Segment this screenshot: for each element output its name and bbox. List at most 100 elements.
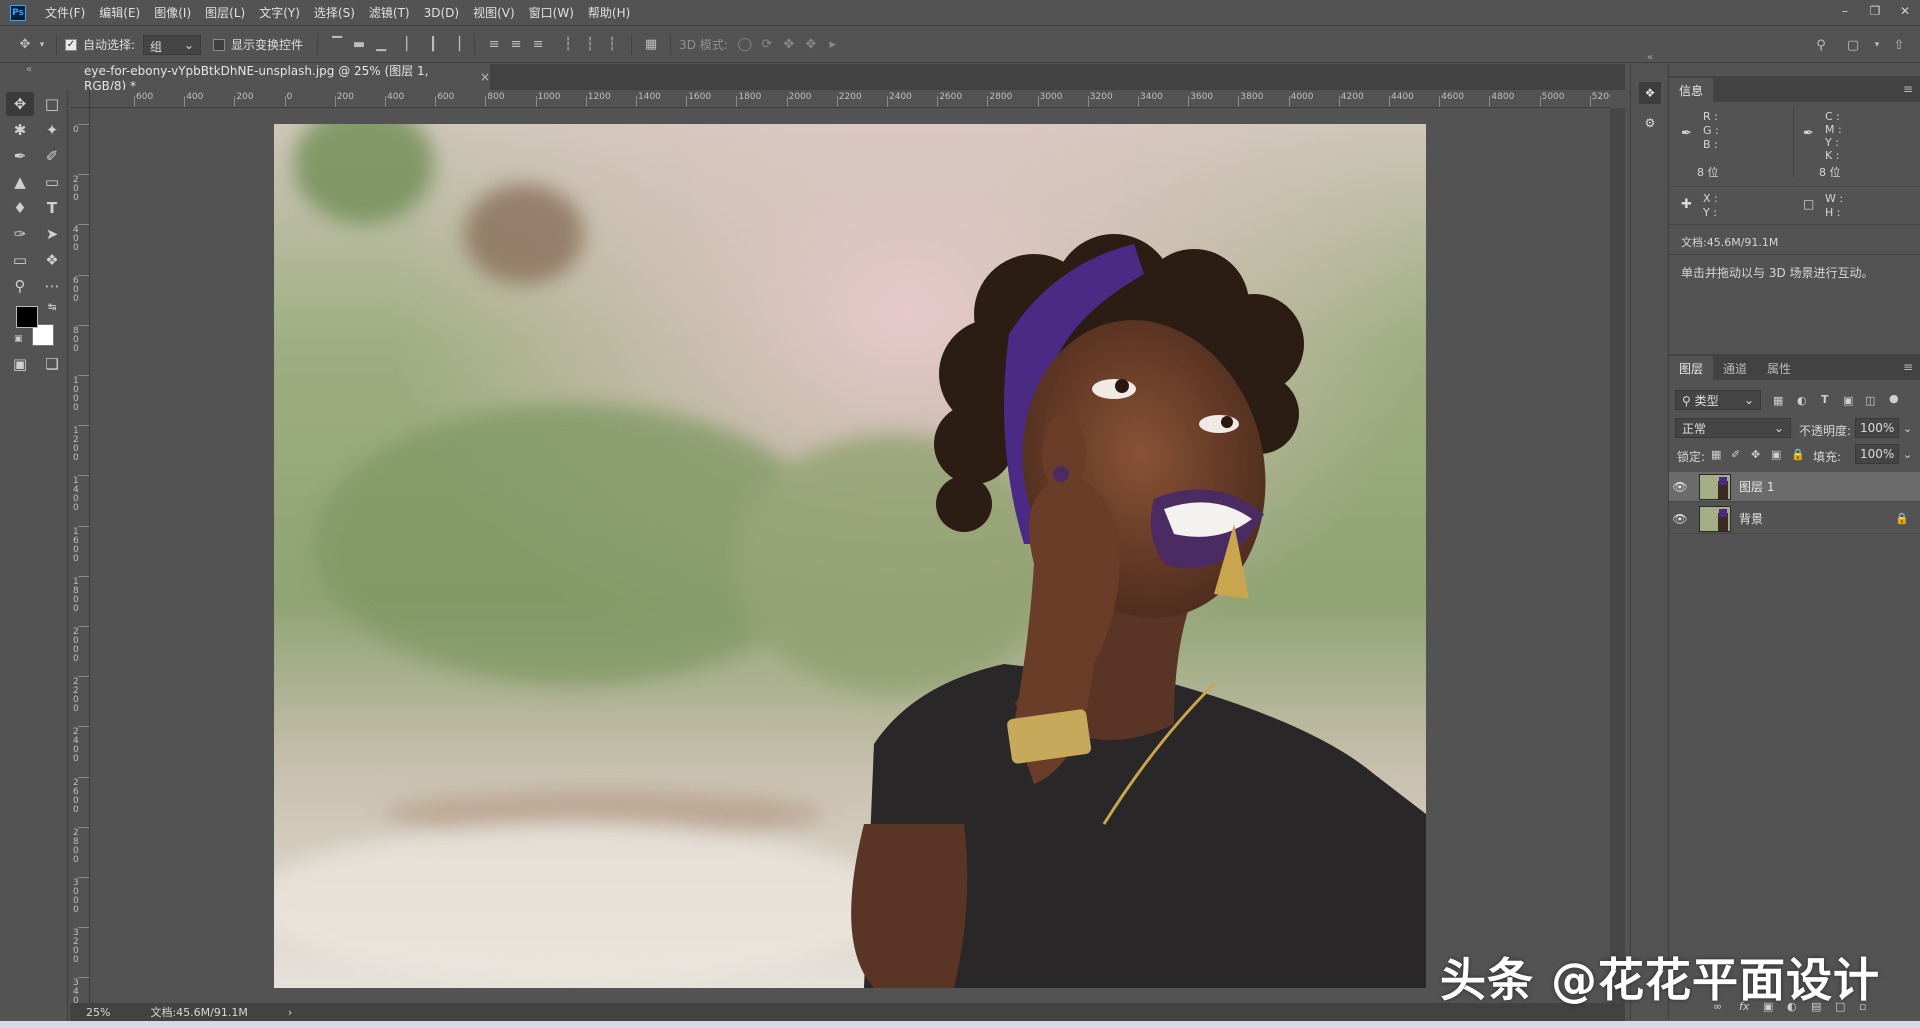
distribute-bottom-icon[interactable]: ≡ (527, 34, 549, 56)
rectangle-tool-icon[interactable]: ▭ (6, 248, 34, 272)
move-tool-icon[interactable]: ✥ (14, 34, 36, 56)
screen-mode-icon[interactable]: ❏ (38, 352, 66, 376)
layer-name[interactable]: 图层 1 (1739, 478, 1774, 495)
vertical-scrollbar[interactable] (1610, 108, 1625, 1003)
tab-properties[interactable]: 属性 (1757, 356, 1801, 380)
show-transform-checkbox[interactable] (213, 38, 226, 51)
align-bottom-icon[interactable]: ▁ (370, 34, 392, 56)
paint-bucket-icon[interactable]: ♦ (6, 196, 34, 220)
filter-pixel-icon[interactable]: ▦ (1773, 394, 1783, 407)
3d-roll-icon[interactable]: ⟳ (756, 34, 778, 56)
document-image[interactable] (274, 124, 1426, 988)
align-right-icon[interactable]: ▕ (444, 34, 466, 56)
menu-window[interactable]: 窗口(W) (522, 4, 581, 21)
panel-menu-icon[interactable]: ≡ (1903, 82, 1913, 96)
3d-orbit-icon[interactable]: ◯ (734, 34, 756, 56)
horizontal-ruler[interactable]: 600 400 200 0 200 400 600 800 1000 1200 1400 1600 18… (90, 90, 1610, 108)
distribute-top-icon[interactable]: ≡ (483, 34, 505, 56)
lock-pixels-icon[interactable]: ✐ (1731, 448, 1740, 461)
lock-position-icon[interactable]: ✥ (1751, 448, 1760, 461)
restore-icon[interactable]: ❐ (1860, 0, 1890, 22)
foreground-color-swatch-top[interactable] (16, 306, 38, 328)
menu-edit[interactable]: 编辑(E) (92, 4, 147, 21)
lock-icon[interactable]: 🔒 (1895, 512, 1909, 525)
auto-select-dropdown[interactable]: 组 ⌄ (143, 34, 202, 55)
layer-name[interactable]: 背景 (1739, 510, 1763, 527)
tab-info[interactable]: 信息 (1669, 78, 1714, 102)
layer-filter-dropdown[interactable]: ⚲ 类型 ⌄ (1675, 390, 1761, 410)
zoom-tool-icon[interactable]: ⚲ (6, 274, 34, 298)
magic-wand-icon[interactable]: ✦ (38, 118, 66, 142)
align-vcenter-icon[interactable]: ▬ (348, 34, 370, 56)
properties-panel-icon[interactable]: ⚙ (1639, 112, 1661, 134)
expand-dock-icon[interactable]: « (1647, 52, 1653, 63)
zoom-level[interactable]: 25% (86, 1006, 110, 1019)
stamp-tool-icon[interactable]: ▲ (6, 170, 34, 194)
3d-panel-icon[interactable]: ❖ (1639, 82, 1661, 104)
chevron-down-icon[interactable]: ▾ (1866, 34, 1888, 56)
workspace-icon[interactable]: ▢ (1842, 34, 1864, 56)
tab-channels[interactable]: 通道 (1713, 356, 1757, 380)
layer-row[interactable]: 👁 图层 1 (1669, 472, 1920, 502)
filter-type-icon[interactable]: T (1821, 393, 1829, 406)
marquee-tool-icon[interactable]: □ (38, 92, 66, 116)
opacity-input[interactable]: 100% (1855, 418, 1899, 438)
3d-slide-icon[interactable]: ✥ (800, 34, 822, 56)
distribute-left-icon[interactable]: ┆ (557, 34, 579, 56)
close-tab-icon[interactable]: × (480, 70, 490, 84)
menu-type[interactable]: 文字(Y) (252, 4, 307, 21)
blend-mode-dropdown[interactable]: 正常 ⌄ (1675, 418, 1791, 438)
status-menu-icon[interactable]: › (288, 1006, 292, 1019)
distribute-hcenter-icon[interactable]: ┆ (579, 34, 601, 56)
eyedropper-icon[interactable]: ✒ (6, 144, 34, 168)
chevron-down-icon[interactable]: ⌄ (1903, 448, 1912, 461)
visibility-eye-icon[interactable]: 👁 (1669, 512, 1691, 526)
filter-toggle-icon[interactable]: ● (1889, 392, 1899, 405)
chevron-down-icon[interactable]: ⌄ (1903, 422, 1912, 435)
lock-artboard-icon[interactable]: ▣ (1771, 448, 1781, 461)
fill-input[interactable]: 100% (1855, 444, 1899, 464)
menu-select[interactable]: 选择(S) (307, 4, 362, 21)
filter-shape-icon[interactable]: ▣ (1843, 394, 1853, 407)
filter-adjustment-icon[interactable]: ◐ (1797, 394, 1807, 407)
move-tool-icon[interactable]: ✥ (6, 92, 34, 116)
minimize-icon[interactable]: – (1830, 0, 1860, 22)
lock-all-icon[interactable]: 🔒 (1791, 448, 1805, 461)
ruler-origin[interactable] (70, 90, 90, 108)
path-select-icon[interactable]: ➤ (38, 222, 66, 246)
menu-view[interactable]: 视图(V) (466, 4, 522, 21)
menu-file[interactable]: 文件(F) (38, 4, 92, 21)
visibility-eye-icon[interactable]: 👁 (1669, 480, 1691, 494)
align-hcenter-icon[interactable]: ┃ (422, 34, 444, 56)
share-icon[interactable]: ⇧ (1888, 34, 1910, 56)
auto-select-checkbox[interactable]: ✓ (65, 38, 77, 51)
3d-tool-icon[interactable]: ❖ (38, 248, 66, 272)
3d-video-icon[interactable]: ▸ (822, 34, 844, 56)
filter-smart-object-icon[interactable]: ◫ (1865, 394, 1875, 407)
distribute-vcenter-icon[interactable]: ≡ (505, 34, 527, 56)
search-icon[interactable]: ⚲ (1810, 34, 1832, 56)
menu-filter[interactable]: 滤镜(T) (362, 4, 417, 21)
default-colors-icon[interactable]: ▣ (14, 334, 23, 344)
align-left-icon[interactable]: ▏ (400, 34, 422, 56)
more-tools-icon[interactable]: ⋯ (38, 274, 66, 298)
brush-icon[interactable]: ✐ (38, 144, 66, 168)
vertical-ruler[interactable]: 0 2 0 0 4 0 0 6 0 0 8 0 0 1 0 0 0 1 2 0 0 1 4 0… (70, 108, 90, 1008)
layer-row[interactable]: 👁 背景 🔒 (1669, 504, 1920, 534)
menu-layer[interactable]: 图层(L) (198, 4, 252, 21)
auto-align-icon[interactable]: ▦ (640, 34, 662, 56)
swap-colors-icon[interactable]: ↹ (48, 302, 56, 313)
lasso-tool-icon[interactable]: ✱ (6, 118, 34, 142)
eraser-icon[interactable]: ▭ (38, 170, 66, 194)
chevron-down-icon[interactable]: ▾ (36, 34, 48, 56)
distribute-right-icon[interactable]: ┆ (601, 34, 623, 56)
collapse-toolbox-icon[interactable]: « (26, 64, 32, 75)
lock-transparent-icon[interactable]: ▦ (1711, 448, 1721, 461)
menu-image[interactable]: 图像(I) (147, 4, 198, 21)
panel-menu-icon[interactable]: ≡ (1903, 360, 1913, 374)
type-tool-icon[interactable]: T (38, 196, 66, 220)
pen-tool-icon[interactable]: ✑ (6, 222, 34, 246)
menu-help[interactable]: 帮助(H) (581, 4, 637, 21)
menu-3d[interactable]: 3D(D) (417, 6, 466, 20)
document-tab[interactable]: eye-for-ebony-vYpbBtkDhNE-unsplash.jpg @… (70, 64, 490, 93)
